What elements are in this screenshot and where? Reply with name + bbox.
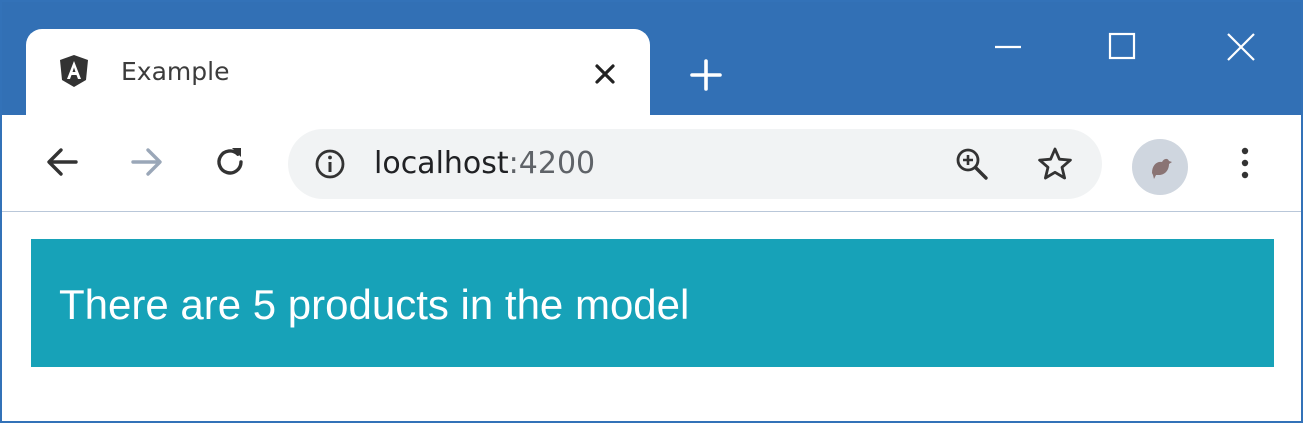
browser-toolbar: localhost:4200 bbox=[2, 115, 1301, 212]
minimize-icon[interactable] bbox=[985, 24, 1031, 70]
page-content: There are 5 products in the model bbox=[2, 212, 1301, 421]
close-icon[interactable] bbox=[592, 61, 618, 87]
bird-avatar-icon[interactable] bbox=[1132, 139, 1188, 195]
address-bar[interactable]: localhost:4200 bbox=[288, 129, 1102, 199]
url-text[interactable]: localhost:4200 bbox=[374, 146, 595, 182]
kebab-menu-icon[interactable] bbox=[1230, 143, 1260, 183]
url-host: localhost bbox=[374, 146, 509, 181]
alert-message: There are 5 products in the model bbox=[59, 281, 690, 328]
info-alert: There are 5 products in the model bbox=[31, 239, 1274, 367]
star-icon[interactable] bbox=[1036, 145, 1074, 183]
forward-arrow-icon[interactable] bbox=[127, 142, 167, 182]
maximize-icon[interactable] bbox=[1100, 24, 1146, 70]
title-bar: Example bbox=[2, 2, 1301, 117]
info-icon[interactable] bbox=[314, 148, 346, 180]
plus-icon[interactable] bbox=[688, 57, 724, 93]
browser-tab[interactable]: Example bbox=[26, 29, 650, 117]
angular-icon bbox=[58, 54, 90, 88]
tab-title: Example bbox=[121, 57, 230, 86]
window-close-icon[interactable] bbox=[1218, 24, 1264, 70]
browser-window: Example localhost:4200 There are 5 produ… bbox=[0, 0, 1303, 423]
url-port: :4200 bbox=[508, 146, 596, 181]
zoom-in-icon[interactable] bbox=[954, 146, 990, 182]
back-arrow-icon[interactable] bbox=[42, 142, 82, 182]
reload-icon[interactable] bbox=[210, 142, 250, 182]
